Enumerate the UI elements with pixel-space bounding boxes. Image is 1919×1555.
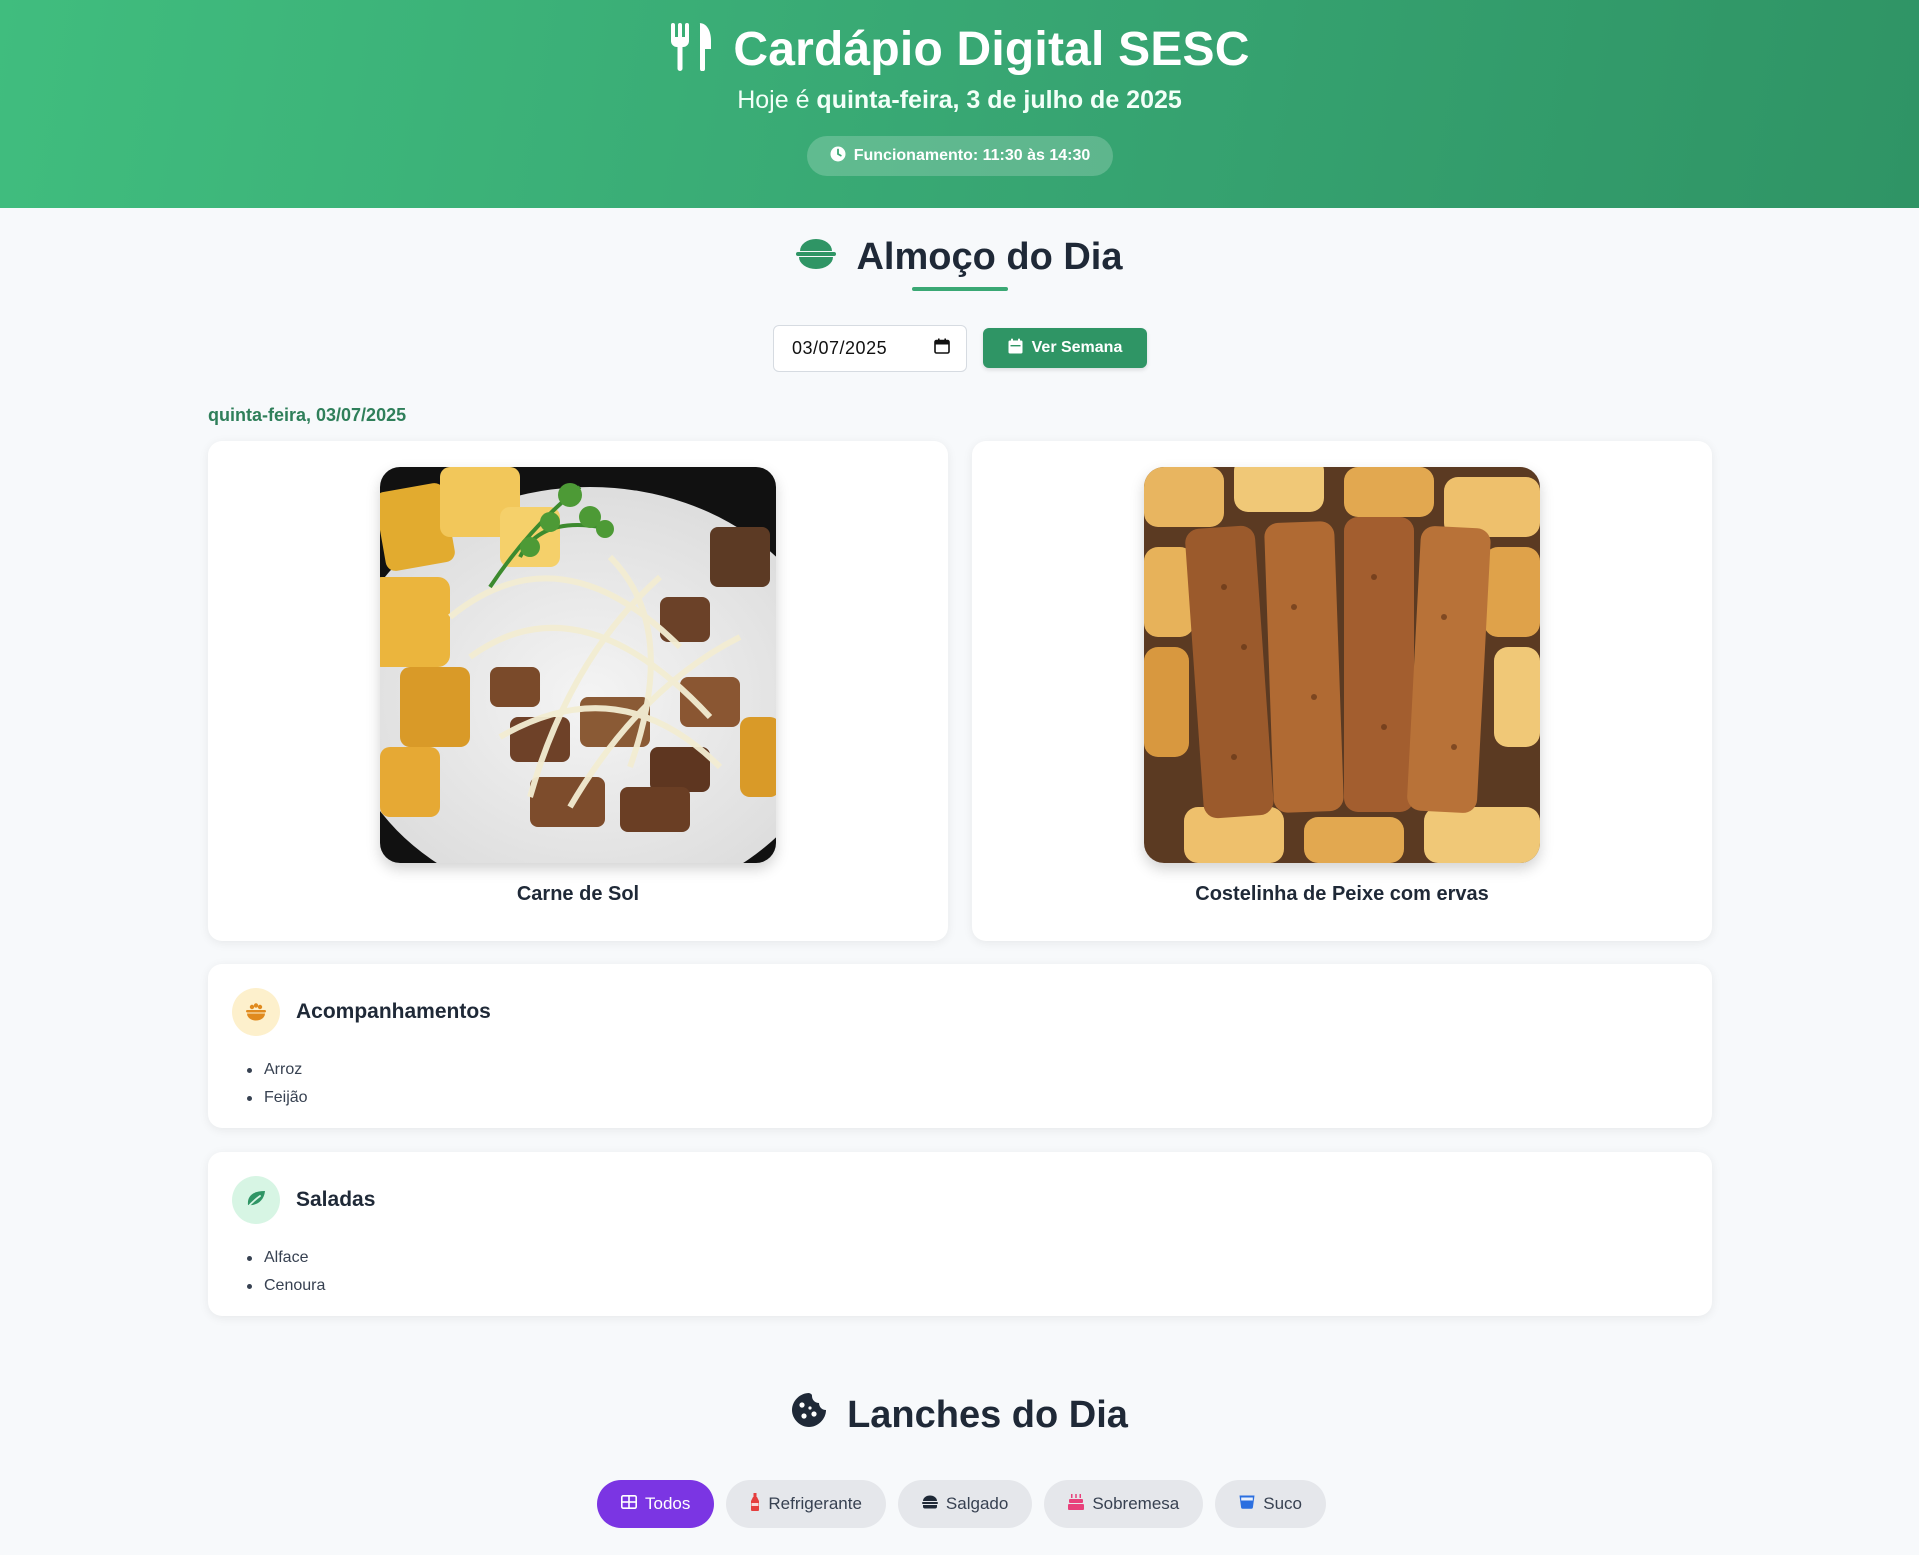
side-dishes-list: Arroz Feijão xyxy=(247,1056,308,1112)
dish-name: Costelinha de Peixe com ervas xyxy=(1195,883,1489,905)
dish-card[interactable]: Costelinha de Peixe com ervas xyxy=(972,441,1712,941)
lunch-section-title: Almoço do Dia xyxy=(0,235,1919,279)
utensils-icon xyxy=(669,23,715,76)
burger-icon xyxy=(921,1494,938,1514)
bottle-icon xyxy=(750,1492,760,1516)
app-header: Cardápio Digital SESC Hoje é quinta-feir… xyxy=(0,0,1919,208)
filter-chip-label: Suco xyxy=(1263,1494,1302,1513)
date-picker-value: 03/07/2025 xyxy=(792,338,888,358)
calendar-icon[interactable] xyxy=(934,338,950,359)
opening-hours-badge: Funcionamento: 11:30 às 14:30 xyxy=(807,136,1113,176)
clock-icon xyxy=(830,146,846,167)
filter-chip-label: Todos xyxy=(644,1494,691,1513)
snack-filter-bar: Todos Refrigerante Salgado Sobremesa Suc… xyxy=(0,1480,1919,1528)
today-date-text: quinta-feira, 3 de julho de 2025 xyxy=(816,86,1182,114)
side-dishes-card: Acompanhamentos Arroz Feijão xyxy=(208,964,1712,1128)
filter-chip-label: Refrigerante xyxy=(768,1494,862,1513)
opening-hours-text: Funcionamento: 11:30 às 14:30 xyxy=(853,147,1091,164)
filter-chip-label: Salgado xyxy=(945,1494,1009,1513)
header-title-row: Cardápio Digital SESC xyxy=(0,22,1919,77)
snacks-section-title: Lanches do Dia xyxy=(0,1392,1919,1438)
cookie-icon xyxy=(791,1392,827,1438)
view-week-label: Ver Semana xyxy=(1031,339,1123,356)
app-title: Cardápio Digital SESC xyxy=(733,23,1250,76)
list-item: Cenoura xyxy=(246,1272,325,1300)
dish-card[interactable]: Carne de Sol xyxy=(208,441,948,941)
filter-chip-label: Sobremesa xyxy=(1092,1494,1180,1513)
cake-icon xyxy=(1068,1493,1085,1515)
list-item: Alface xyxy=(246,1244,325,1272)
filter-chip-salgado[interactable]: Salgado xyxy=(897,1480,1033,1528)
salads-title: Saladas xyxy=(296,1188,376,1211)
dish-photo-carne-de-sol xyxy=(380,467,776,863)
filter-chip-todos[interactable]: Todos xyxy=(596,1480,715,1528)
snacks-title-text: Lanches do Dia xyxy=(847,1393,1128,1436)
side-dishes-title: Acompanhamentos xyxy=(296,1000,491,1023)
filter-chip-refrigerante[interactable]: Refrigerante xyxy=(726,1480,886,1528)
rice-bowl-icon xyxy=(232,988,280,1036)
dish-name: Carne de Sol xyxy=(516,883,640,905)
dish-photo-costelinha-de-peixe xyxy=(1144,467,1540,863)
list-item: Feijão xyxy=(247,1084,308,1112)
lunch-title-text: Almoço do Dia xyxy=(856,235,1123,278)
cup-icon xyxy=(1239,1494,1255,1514)
salads-list: Alface Cenoura xyxy=(246,1244,325,1300)
calendar-week-icon xyxy=(1008,338,1023,359)
filter-chip-suco[interactable]: Suco xyxy=(1215,1480,1326,1528)
today-date: Hoje é quinta-feira, 3 de julho de 2025 xyxy=(0,86,1919,115)
date-picker-input[interactable]: 03/07/2025 xyxy=(773,325,967,372)
today-date-prefix: Hoje é xyxy=(737,86,810,114)
title-underline xyxy=(912,287,1008,291)
bowl-icon xyxy=(796,235,837,279)
leaf-icon xyxy=(232,1176,280,1224)
grid-icon xyxy=(620,1494,637,1514)
filter-chip-sobremesa[interactable]: Sobremesa xyxy=(1044,1480,1204,1528)
selected-day-label: quinta-feira, 03/07/2025 xyxy=(208,405,407,425)
view-week-button[interactable]: Ver Semana xyxy=(983,328,1147,368)
salads-card: Saladas Alface Cenoura xyxy=(208,1152,1712,1316)
list-item: Arroz xyxy=(247,1056,308,1084)
